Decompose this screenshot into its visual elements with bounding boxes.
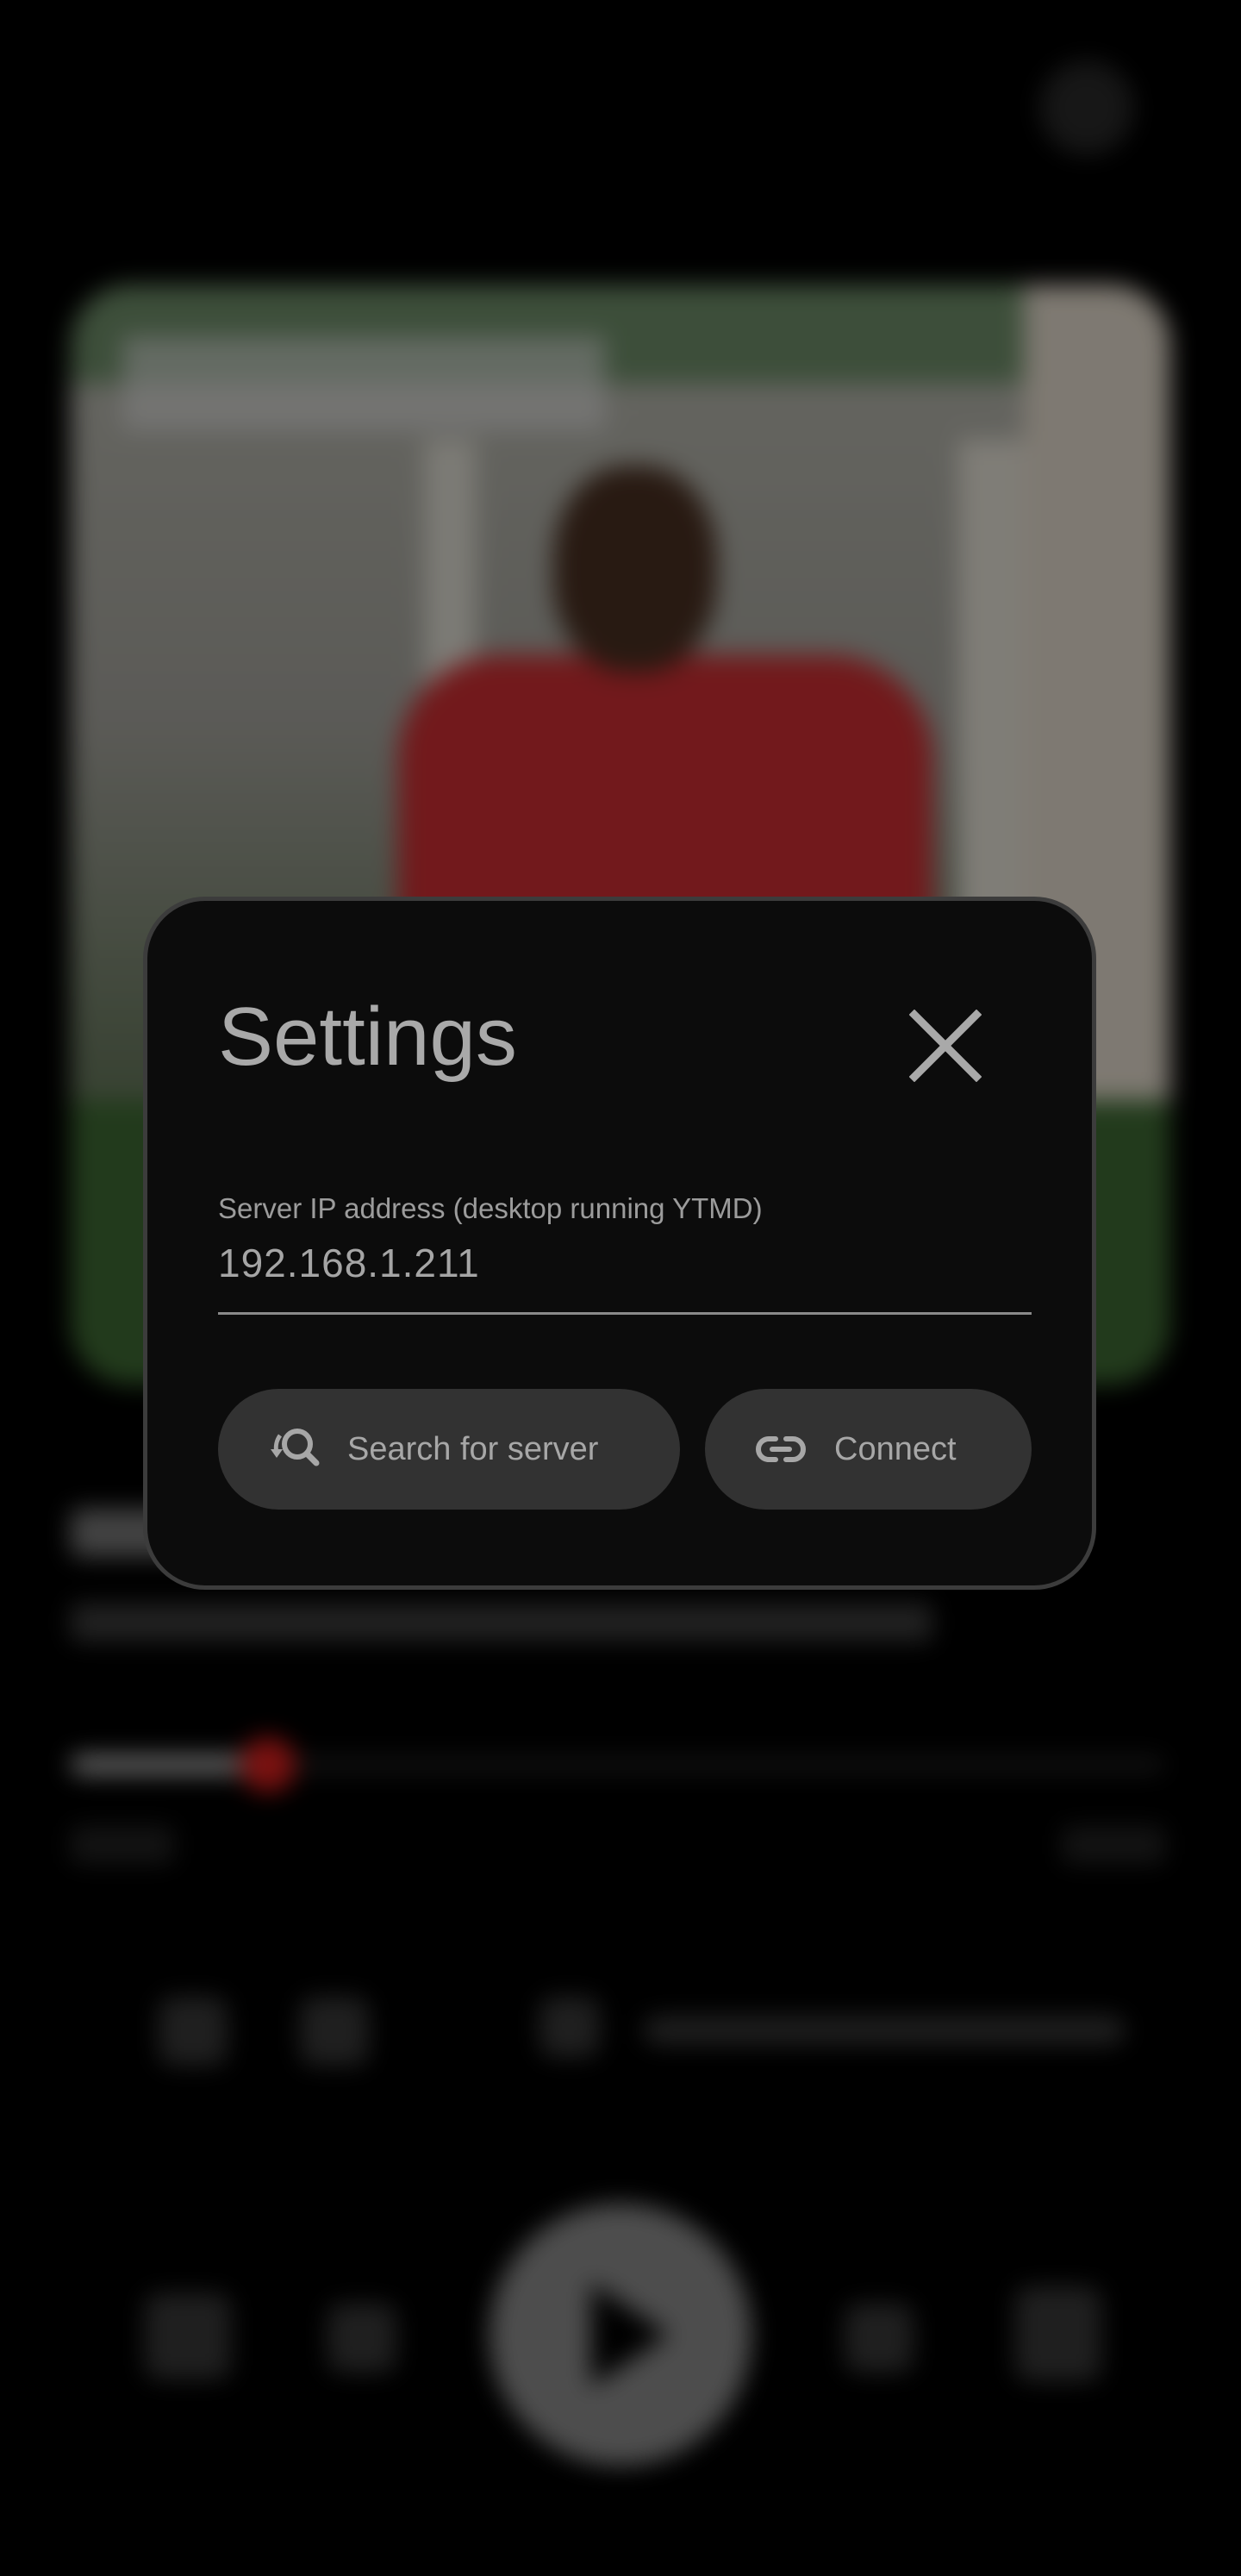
search-for-server-label: Search for server (347, 1430, 599, 1467)
settings-dialog: Settings Server IP address (desktop runn… (143, 897, 1096, 1590)
link-icon (755, 1423, 807, 1475)
progress-bar (71, 1737, 1165, 1792)
play-icon (591, 2283, 669, 2386)
server-ip-field: Server IP address (desktop running YTMD) (218, 1194, 1032, 1315)
previous-icon (327, 2304, 396, 2373)
close-icon (909, 1010, 982, 1082)
like-icon (159, 1997, 228, 2066)
repeat-icon (1015, 2286, 1101, 2381)
play-button (490, 2204, 751, 2466)
track-artist-placeholder (71, 1604, 932, 1641)
volume-slider (643, 2016, 1126, 2045)
shuffle-icon (145, 2293, 231, 2379)
progress-thumb (240, 1737, 296, 1792)
next-icon (845, 2304, 914, 2373)
server-ip-label: Server IP address (desktop running YTMD) (218, 1192, 763, 1224)
search-refresh-icon (268, 1423, 320, 1475)
dislike-icon (300, 1997, 369, 2066)
elapsed-time-placeholder (71, 1826, 174, 1864)
volume-icon (539, 1997, 600, 2057)
dialog-title: Settings (218, 991, 517, 1083)
connect-button[interactable]: Connect (705, 1389, 1032, 1510)
server-ip-input[interactable] (218, 1240, 1032, 1315)
connect-label: Connect (834, 1430, 957, 1467)
search-for-server-button[interactable]: Search for server (218, 1389, 680, 1510)
settings-icon (1039, 60, 1134, 155)
duration-time-placeholder (1062, 1826, 1165, 1864)
close-button[interactable] (909, 1010, 982, 1082)
